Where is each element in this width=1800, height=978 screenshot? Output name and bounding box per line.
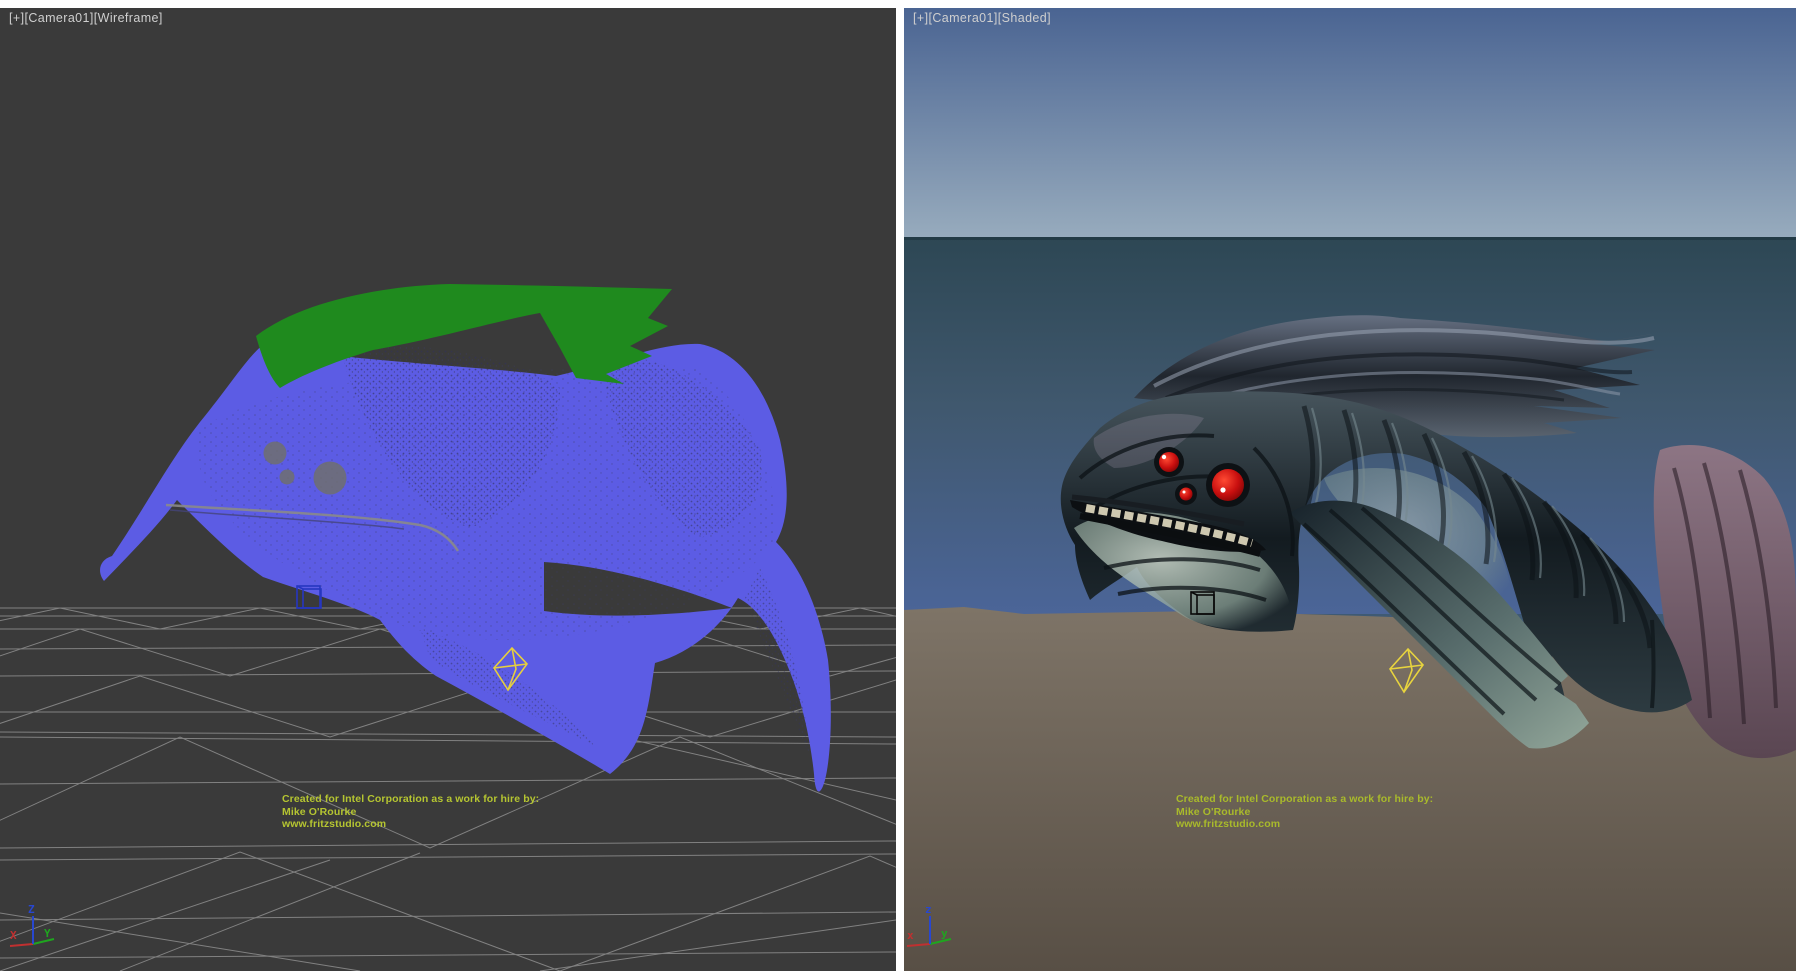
axis-z-label: z — [925, 903, 932, 916]
eye-small — [1159, 452, 1179, 472]
sky-background — [904, 8, 1796, 237]
horizon-line — [904, 237, 1796, 240]
axis-y-label: Y — [44, 927, 51, 940]
axis-x-label: x — [907, 929, 914, 942]
viewport-label-shaded[interactable]: [+][Camera01][Shaded] — [913, 11, 1051, 25]
eye-large — [1212, 469, 1244, 501]
axis-y-label: y — [941, 927, 948, 940]
screenshot-root: { "left_viewport": { "label": "[+][Camer… — [0, 0, 1800, 978]
scene-watermark-text: Created for Intel Corporation as a work … — [282, 793, 539, 831]
viewport-label-wireframe[interactable]: [+][Camera01][Wireframe] — [9, 11, 163, 25]
axis-x-label: X — [10, 929, 17, 942]
trailing-fin-strand — [1652, 620, 1654, 708]
viewport-camera01-shaded[interactable]: x y z [+][Camera01][Shaded] Created for … — [904, 8, 1796, 971]
eye-tiny — [1180, 488, 1193, 501]
axis-z-label: Z — [28, 903, 35, 916]
viewport-camera01-wireframe[interactable]: X Y Z [+][Camera01][Wireframe] Created f… — [0, 8, 896, 971]
scene-watermark-text: Created for Intel Corporation as a work … — [1176, 793, 1433, 831]
